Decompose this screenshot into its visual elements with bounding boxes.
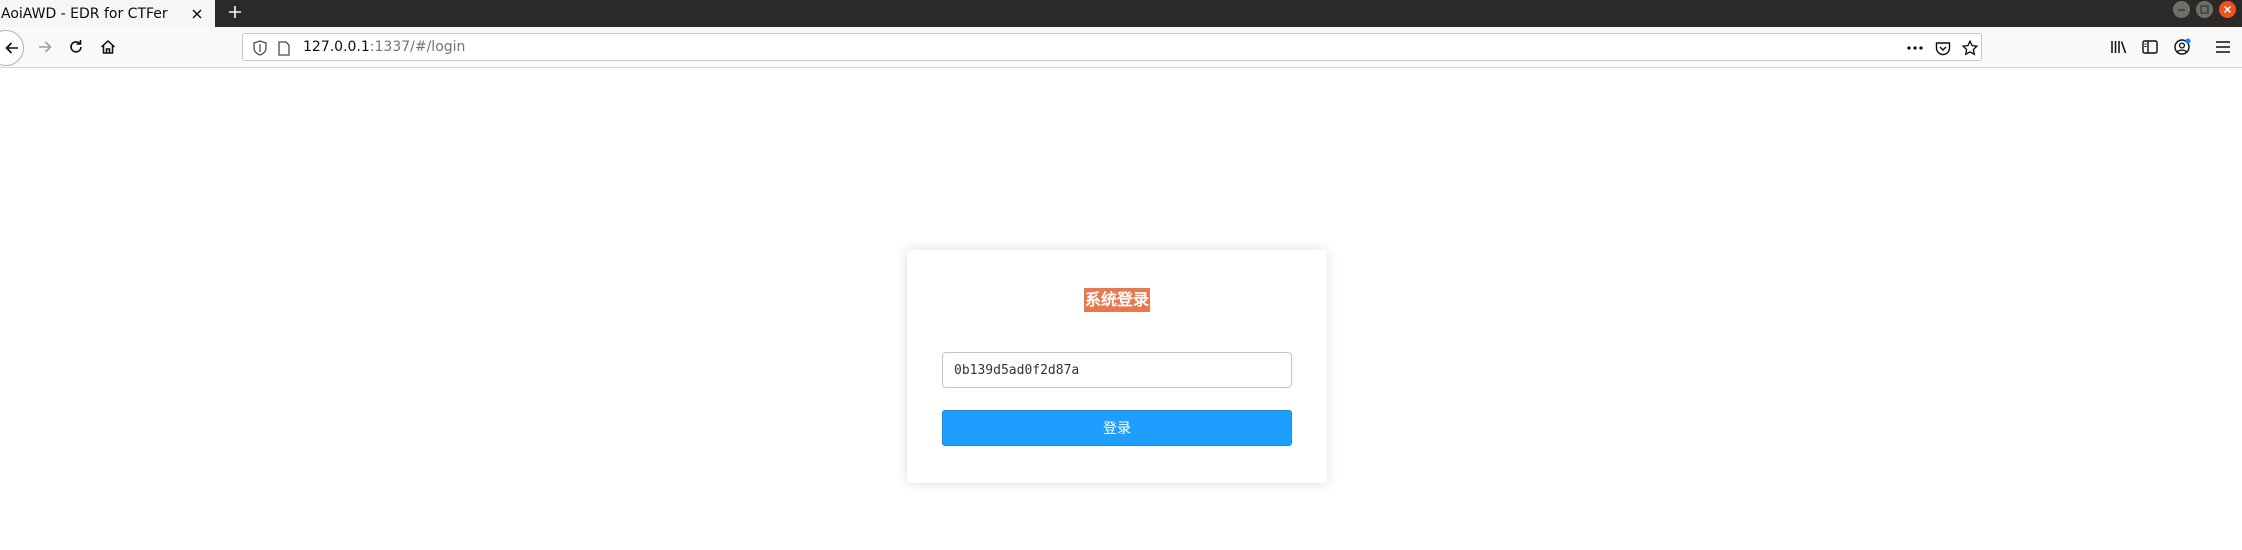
back-button[interactable] [0, 30, 24, 66]
bookmark-star-icon[interactable] [1959, 37, 1981, 59]
page-icon[interactable] [273, 37, 295, 59]
tab-strip: AoiAWD - EDR for CTFer [0, 0, 2242, 27]
library-button[interactable] [2105, 33, 2133, 61]
token-input[interactable] [942, 352, 1292, 388]
sidebar-icon [2142, 40, 2158, 54]
url-host: 127.0.0.1 [303, 39, 370, 55]
maximize-window-button[interactable] [2196, 1, 2213, 18]
reload-button[interactable] [62, 33, 90, 61]
url-path: :1337/#/login [369, 39, 466, 55]
login-button[interactable]: 登录 [942, 410, 1292, 446]
url-text[interactable]: 127.0.0.1:1337/#/login [303, 34, 465, 60]
tracking-shield-icon[interactable] [249, 37, 271, 59]
navigation-toolbar: 127.0.0.1:1337/#/login [0, 27, 2242, 68]
login-title: 系统登录 [1083, 288, 1151, 312]
maximize-icon [2200, 5, 2209, 14]
more-dots-icon[interactable] [1904, 37, 1926, 59]
home-button[interactable] [94, 33, 122, 61]
reload-icon [70, 40, 82, 53]
library-icon [2111, 41, 2127, 54]
minimize-icon [2178, 9, 2185, 11]
forward-button[interactable] [31, 33, 59, 61]
hamburger-menu-icon [2216, 41, 2230, 53]
minimize-window-button[interactable] [2173, 1, 2190, 18]
account-icon [2174, 38, 2191, 55]
plus-icon [228, 4, 242, 23]
login-card: 系统登录 登录 [907, 250, 1327, 483]
pocket-icon[interactable] [1932, 37, 1954, 59]
url-bar[interactable]: 127.0.0.1:1337/#/login [242, 33, 1982, 61]
menu-button[interactable] [2209, 33, 2237, 61]
back-arrow-icon [5, 42, 18, 54]
browser-tab[interactable]: AoiAWD - EDR for CTFer [0, 0, 215, 27]
new-tab-button[interactable] [222, 0, 248, 27]
close-window-button[interactable] [2219, 1, 2236, 18]
close-icon[interactable] [187, 4, 207, 24]
forward-arrow-icon [39, 41, 52, 53]
account-button[interactable] [2168, 33, 2196, 61]
sidebar-button[interactable] [2136, 33, 2164, 61]
close-window-icon [2223, 5, 2232, 14]
home-icon [100, 39, 116, 54]
tab-title: AoiAWD - EDR for CTFer [1, 5, 168, 22]
